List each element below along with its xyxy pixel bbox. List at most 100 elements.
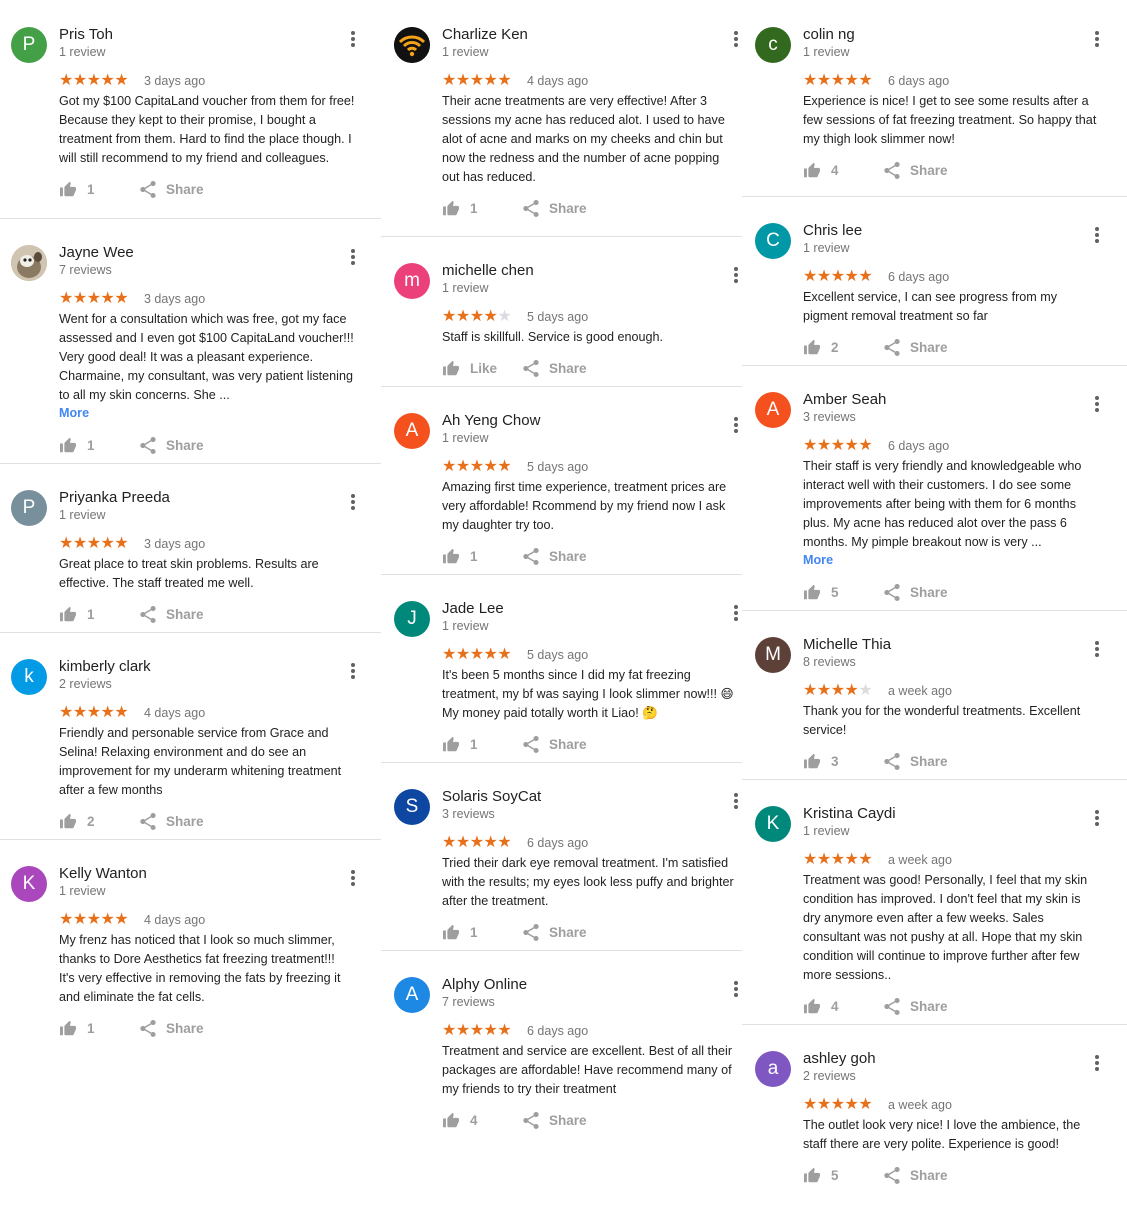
more-options-icon[interactable] [1092, 808, 1102, 828]
share-button[interactable]: Share [884, 996, 948, 1016]
reviewer-avatar[interactable]: P [11, 27, 47, 63]
like-button[interactable]: 4 [803, 996, 839, 1016]
reviewer-name[interactable]: Ah Yeng Chow [442, 412, 540, 429]
share-button[interactable]: Share [140, 179, 204, 199]
reviewer-review-count[interactable]: 1 review [803, 45, 850, 59]
more-options-icon[interactable] [731, 265, 741, 285]
share-button[interactable]: Share [884, 160, 948, 180]
reviewer-review-count[interactable]: 2 reviews [59, 677, 112, 691]
reviewer-name[interactable]: michelle chen [442, 262, 534, 279]
more-options-icon[interactable] [348, 868, 358, 888]
reviewer-name[interactable]: Chris lee [803, 222, 862, 239]
reviewer-name[interactable]: Charlize Ken [442, 26, 528, 43]
more-options-icon[interactable] [731, 415, 741, 435]
reviewer-name[interactable]: colin ng [803, 26, 855, 43]
share-button[interactable]: Share [884, 337, 948, 357]
reviewer-name[interactable]: Jayne Wee [59, 244, 134, 261]
reviewer-name[interactable]: ashley goh [803, 1050, 876, 1067]
reviewer-review-count[interactable]: 1 review [803, 241, 850, 255]
reviewer-review-count[interactable]: 1 review [442, 45, 489, 59]
reviewer-name[interactable]: Kelly Wanton [59, 865, 147, 882]
share-button[interactable]: Share [523, 358, 587, 378]
share-button[interactable]: Share [884, 1165, 948, 1185]
like-button[interactable]: 4 [442, 1110, 478, 1130]
reviewer-name[interactable]: Priyanka Preeda [59, 489, 170, 506]
reviewer-review-count[interactable]: 7 reviews [59, 263, 112, 277]
more-options-icon[interactable] [1092, 394, 1102, 414]
like-button[interactable]: 1 [59, 604, 95, 624]
reviewer-name[interactable]: Michelle Thia [803, 636, 891, 653]
reviewer-avatar[interactable]: S [394, 789, 430, 825]
reviewer-avatar[interactable] [11, 245, 47, 281]
reviewer-name[interactable]: kimberly clark [59, 658, 151, 675]
reviewer-avatar[interactable]: M [755, 637, 791, 673]
reviewer-name[interactable]: Kristina Caydi [803, 805, 896, 822]
share-button[interactable]: Share [523, 922, 587, 942]
like-button[interactable]: 1 [59, 1018, 95, 1038]
reviewer-name[interactable]: Alphy Online [442, 976, 527, 993]
more-options-icon[interactable] [1092, 639, 1102, 659]
reviewer-review-count[interactable]: 1 review [442, 619, 489, 633]
like-button[interactable]: 5 [803, 1165, 839, 1185]
share-button[interactable]: Share [523, 546, 587, 566]
share-button[interactable]: Share [884, 751, 948, 771]
reviewer-review-count[interactable]: 1 review [442, 431, 489, 445]
reviewer-name[interactable]: Jade Lee [442, 600, 504, 617]
reviewer-review-count[interactable]: 1 review [59, 45, 106, 59]
reviewer-avatar[interactable]: m [394, 263, 430, 299]
share-button[interactable]: Share [140, 604, 204, 624]
reviewer-avatar[interactable]: A [755, 392, 791, 428]
more-options-icon[interactable] [348, 29, 358, 49]
reviewer-avatar[interactable]: K [755, 806, 791, 842]
reviewer-avatar[interactable]: J [394, 601, 430, 637]
more-options-icon[interactable] [348, 661, 358, 681]
reviewer-avatar[interactable] [394, 27, 430, 63]
like-button[interactable]: 5 [803, 582, 839, 602]
more-options-icon[interactable] [348, 492, 358, 512]
more-options-icon[interactable] [731, 979, 741, 999]
reviewer-name[interactable]: Amber Seah [803, 391, 886, 408]
more-link[interactable]: More [59, 406, 89, 420]
reviewer-avatar[interactable]: K [11, 866, 47, 902]
share-button[interactable]: Share [140, 1018, 204, 1038]
reviewer-avatar[interactable]: C [755, 223, 791, 259]
reviewer-avatar[interactable]: A [394, 413, 430, 449]
like-button[interactable]: 3 [803, 751, 839, 771]
more-options-icon[interactable] [731, 603, 741, 623]
more-options-icon[interactable] [731, 29, 741, 49]
reviewer-avatar[interactable]: P [11, 490, 47, 526]
share-button[interactable]: Share [523, 198, 587, 218]
reviewer-name[interactable]: Solaris SoyCat [442, 788, 541, 805]
more-options-icon[interactable] [1092, 29, 1102, 49]
like-button[interactable]: 1 [442, 198, 478, 218]
like-button[interactable]: 1 [442, 546, 478, 566]
like-button[interactable]: 2 [59, 811, 95, 831]
more-options-icon[interactable] [348, 247, 358, 267]
reviewer-avatar[interactable]: a [755, 1051, 791, 1087]
like-button[interactable]: 4 [803, 160, 839, 180]
reviewer-review-count[interactable]: 3 reviews [803, 410, 856, 424]
share-button[interactable]: Share [884, 582, 948, 602]
more-options-icon[interactable] [731, 791, 741, 811]
reviewer-review-count[interactable]: 7 reviews [442, 995, 495, 1009]
share-button[interactable]: Share [523, 1110, 587, 1130]
like-button[interactable]: 1 [442, 734, 478, 754]
reviewer-review-count[interactable]: 1 review [59, 884, 106, 898]
more-options-icon[interactable] [1092, 1053, 1102, 1073]
reviewer-review-count[interactable]: 2 reviews [803, 1069, 856, 1083]
share-button[interactable]: Share [140, 435, 204, 455]
reviewer-avatar[interactable]: c [755, 27, 791, 63]
reviewer-review-count[interactable]: 1 review [803, 824, 850, 838]
like-button[interactable]: Like [442, 358, 497, 378]
reviewer-avatar[interactable]: k [11, 659, 47, 695]
like-button[interactable]: 1 [59, 435, 95, 455]
more-options-icon[interactable] [1092, 225, 1102, 245]
reviewer-review-count[interactable]: 3 reviews [442, 807, 495, 821]
share-button[interactable]: Share [140, 811, 204, 831]
more-link[interactable]: More [803, 553, 833, 567]
like-button[interactable]: 2 [803, 337, 839, 357]
like-button[interactable]: 1 [442, 922, 478, 942]
reviewer-review-count[interactable]: 8 reviews [803, 655, 856, 669]
reviewer-review-count[interactable]: 1 review [442, 281, 489, 295]
reviewer-name[interactable]: Pris Toh [59, 26, 113, 43]
